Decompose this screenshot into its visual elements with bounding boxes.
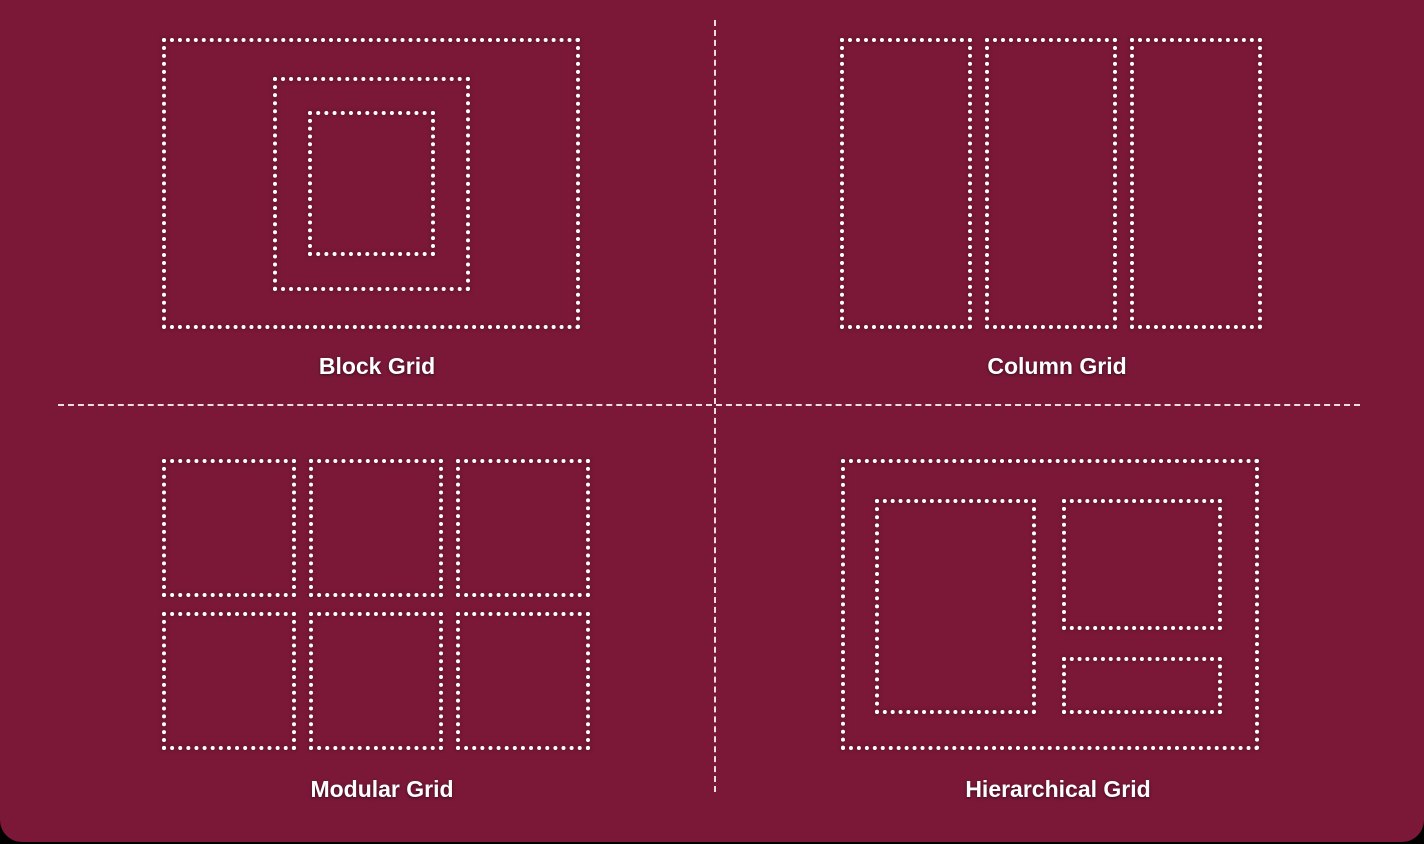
hierarchical-grid-large-box (875, 499, 1036, 714)
modular-grid-label: Modular Grid (310, 776, 454, 802)
modular-grid-module (309, 459, 443, 597)
hierarchical-grid-small-box (1062, 657, 1222, 714)
block-grid-inner-box (308, 111, 435, 256)
block-grid-label: Block Grid (318, 353, 436, 379)
hierarchical-grid-label: Hierarchical Grid (965, 776, 1151, 802)
modular-grid-module (309, 612, 443, 750)
grid-types-diagram: Block Grid Column Grid Modular Grid Hier… (0, 0, 1424, 842)
hierarchical-grid-medium-box (1062, 499, 1222, 630)
horizontal-divider (58, 404, 1360, 406)
modular-grid-module (456, 612, 590, 750)
column-grid-column (1130, 38, 1262, 329)
modular-grid-module (162, 459, 296, 597)
modular-grid-module (162, 612, 296, 750)
vertical-divider (714, 20, 716, 792)
column-grid-column (985, 38, 1117, 329)
modular-grid-module (456, 459, 590, 597)
column-grid-label: Column Grid (987, 353, 1127, 379)
column-grid-column (840, 38, 972, 329)
